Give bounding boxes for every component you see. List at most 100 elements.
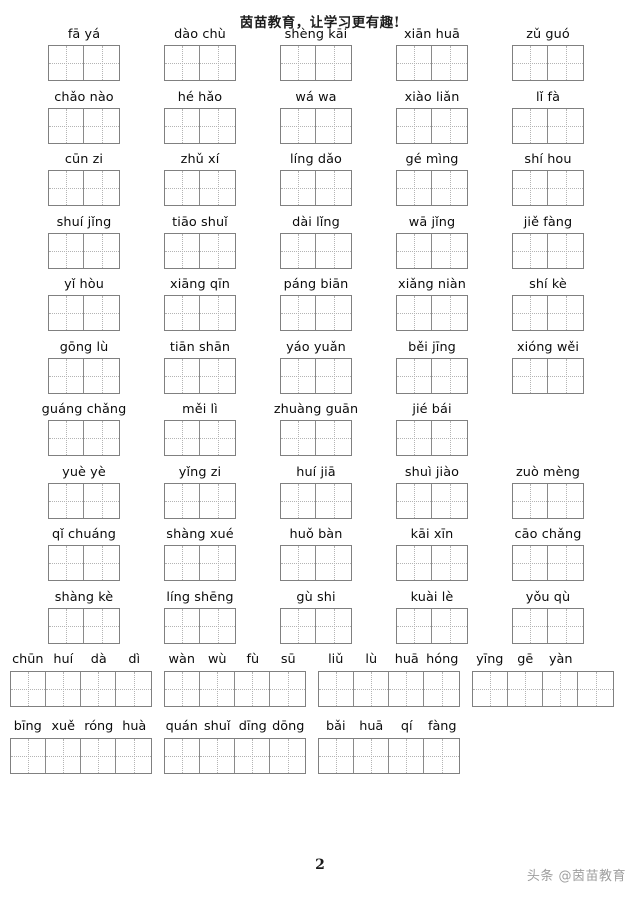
tianzige-cell[interactable] (513, 608, 548, 643)
tianzige-box[interactable] (280, 295, 352, 331)
tianzige-box[interactable] (512, 545, 584, 581)
tianzige-box[interactable] (164, 420, 236, 456)
tianzige-cell[interactable] (397, 358, 432, 393)
tianzige-box[interactable] (318, 738, 460, 774)
tianzige-box[interactable] (280, 232, 352, 269)
tianzige-cell[interactable] (200, 672, 235, 706)
tianzige-box[interactable] (10, 671, 152, 707)
tianzige-cell[interactable] (513, 546, 548, 580)
tianzige-box[interactable] (48, 607, 120, 644)
tianzige-cell[interactable] (548, 296, 583, 330)
tianzige-box[interactable] (318, 671, 460, 707)
tianzige-cell[interactable] (513, 358, 548, 393)
tianzige-cell[interactable] (432, 358, 467, 393)
tianzige-cell[interactable] (397, 171, 432, 205)
tianzige-box[interactable] (164, 295, 236, 331)
tianzige-cell[interactable] (200, 46, 235, 80)
tianzige-cell[interactable] (316, 608, 351, 643)
tianzige-box[interactable] (48, 45, 120, 81)
tianzige-cell[interactable] (543, 672, 578, 706)
tianzige-box[interactable] (396, 482, 468, 519)
tianzige-cell[interactable] (281, 483, 316, 518)
tianzige-cell[interactable] (513, 46, 548, 80)
tianzige-box[interactable] (164, 232, 236, 269)
tianzige-box[interactable] (48, 295, 120, 331)
tianzige-cell[interactable] (424, 739, 459, 773)
tianzige-cell[interactable] (165, 358, 200, 393)
tianzige-cell[interactable] (200, 108, 235, 143)
tianzige-cell[interactable] (548, 483, 583, 518)
tianzige-cell[interactable] (432, 421, 467, 455)
tianzige-cell[interactable] (200, 739, 235, 773)
tianzige-cell[interactable] (316, 358, 351, 393)
tianzige-cell[interactable] (397, 46, 432, 80)
tianzige-cell[interactable] (84, 546, 119, 580)
tianzige-cell[interactable] (397, 546, 432, 580)
tianzige-cell[interactable] (165, 46, 200, 80)
tianzige-cell[interactable] (200, 296, 235, 330)
tianzige-cell[interactable] (281, 421, 316, 455)
tianzige-cell[interactable] (200, 171, 235, 205)
tianzige-cell[interactable] (46, 739, 81, 773)
tianzige-cell[interactable] (200, 233, 235, 268)
tianzige-cell[interactable] (316, 233, 351, 268)
tianzige-cell[interactable] (513, 171, 548, 205)
tianzige-cell[interactable] (46, 672, 81, 706)
tianzige-cell[interactable] (354, 672, 389, 706)
tianzige-cell[interactable] (424, 672, 459, 706)
tianzige-cell[interactable] (200, 546, 235, 580)
tianzige-cell[interactable] (316, 46, 351, 80)
tianzige-cell[interactable] (165, 108, 200, 143)
tianzige-box[interactable] (512, 357, 584, 394)
tianzige-cell[interactable] (281, 546, 316, 580)
tianzige-cell[interactable] (49, 546, 84, 580)
tianzige-cell[interactable] (316, 421, 351, 455)
tianzige-cell[interactable] (270, 672, 305, 706)
tianzige-box[interactable] (396, 295, 468, 331)
tianzige-cell[interactable] (548, 108, 583, 143)
tianzige-box[interactable] (512, 170, 584, 206)
tianzige-cell[interactable] (49, 233, 84, 268)
tianzige-box[interactable] (10, 738, 152, 774)
tianzige-box[interactable] (280, 482, 352, 519)
tianzige-box[interactable] (164, 107, 236, 144)
tianzige-cell[interactable] (281, 46, 316, 80)
tianzige-cell[interactable] (432, 233, 467, 268)
tianzige-cell[interactable] (49, 296, 84, 330)
tianzige-cell[interactable] (432, 608, 467, 643)
tianzige-cell[interactable] (84, 296, 119, 330)
tianzige-cell[interactable] (281, 358, 316, 393)
tianzige-box[interactable] (280, 170, 352, 206)
tianzige-cell[interactable] (316, 108, 351, 143)
tianzige-cell[interactable] (354, 739, 389, 773)
tianzige-cell[interactable] (548, 358, 583, 393)
tianzige-cell[interactable] (235, 739, 270, 773)
tianzige-box[interactable] (396, 45, 468, 81)
tianzige-box[interactable] (280, 420, 352, 456)
tianzige-cell[interactable] (165, 608, 200, 643)
tianzige-cell[interactable] (319, 672, 354, 706)
tianzige-box[interactable] (164, 671, 306, 707)
tianzige-box[interactable] (396, 545, 468, 581)
tianzige-cell[interactable] (200, 608, 235, 643)
tianzige-box[interactable] (48, 107, 120, 144)
tianzige-cell[interactable] (397, 608, 432, 643)
tianzige-cell[interactable] (165, 421, 200, 455)
tianzige-cell[interactable] (548, 46, 583, 80)
tianzige-cell[interactable] (49, 421, 84, 455)
tianzige-cell[interactable] (319, 739, 354, 773)
tianzige-cell[interactable] (397, 296, 432, 330)
tianzige-cell[interactable] (432, 46, 467, 80)
tianzige-box[interactable] (48, 545, 120, 581)
tianzige-box[interactable] (280, 607, 352, 644)
tianzige-box[interactable] (280, 545, 352, 581)
tianzige-cell[interactable] (281, 608, 316, 643)
tianzige-cell[interactable] (84, 421, 119, 455)
tianzige-cell[interactable] (389, 672, 424, 706)
tianzige-box[interactable] (472, 671, 614, 707)
tianzige-cell[interactable] (81, 672, 116, 706)
tianzige-cell[interactable] (513, 483, 548, 518)
tianzige-box[interactable] (396, 107, 468, 144)
tianzige-box[interactable] (396, 607, 468, 644)
tianzige-cell[interactable] (84, 608, 119, 643)
